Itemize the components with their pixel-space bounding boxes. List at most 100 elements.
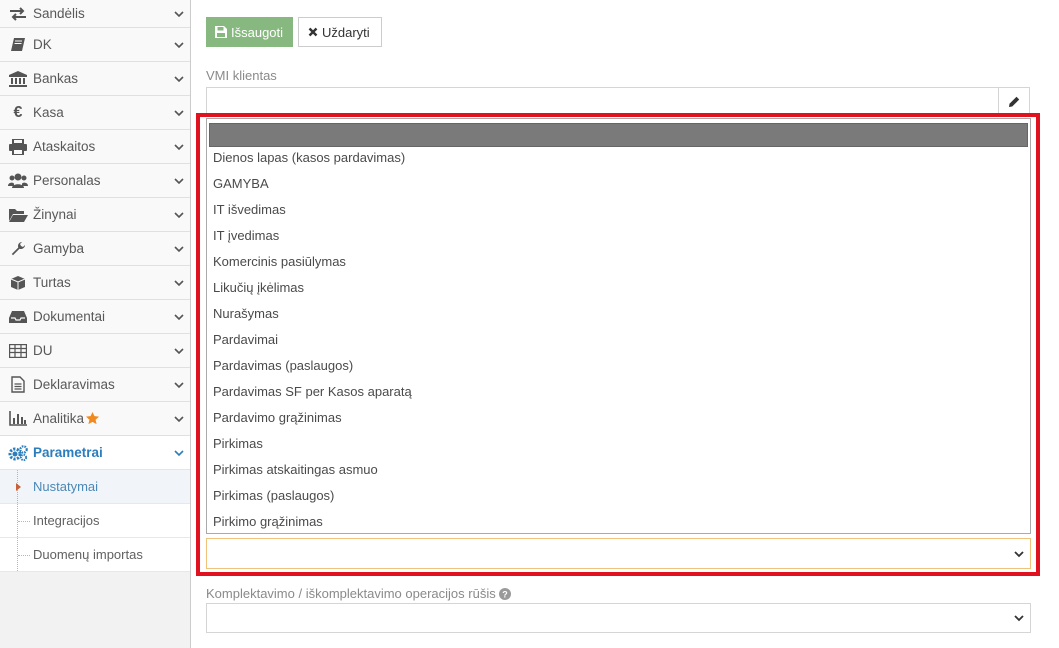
sidebar-item-sandelis[interactable]: Sandėlis [0,0,190,28]
print-icon [8,138,28,155]
bar-chart-icon [8,411,28,427]
folder-open-icon [8,207,28,223]
dropdown-options: Dienos lapas (kasos pardavimas) GAMYBA I… [207,145,1030,533]
sidebar-item-label: Bankas [33,71,79,86]
book-icon [8,37,28,53]
dropdown-option[interactable]: Komercinis pasiūlymas [207,249,1030,275]
table-icon [8,343,28,359]
inbox-icon [8,309,28,325]
sidebar-item-label: Ataskaitos [33,139,96,154]
sidebar-item-label: DU [33,343,53,358]
chevron-down-icon [174,211,184,218]
operation-select[interactable] [206,538,1031,569]
chevron-down-icon [174,347,184,354]
close-button[interactable]: Uždaryti [298,17,382,47]
pencil-icon [1009,96,1020,107]
sidebar: Sandėlis DK Bankas € Kasa Ataskaitos Per… [0,0,191,648]
sidebar-item-zinynai[interactable]: Žinynai [0,198,190,232]
kit-operation-select[interactable] [206,603,1031,633]
chevron-down-icon [174,313,184,320]
tree-branch [18,521,30,522]
sidebar-subitem-label: Duomenų importas [33,547,143,562]
dropdown-option[interactable]: IT išvedimas [207,197,1030,223]
sidebar-item-label: DK [33,37,52,52]
sidebar-item-ataskaitos[interactable]: Ataskaitos [0,130,190,164]
help-icon[interactable]: ? [498,587,511,600]
save-button[interactable]: Išsaugoti [206,17,293,47]
sidebar-item-du[interactable]: DU [0,334,190,368]
sidebar-item-personalas[interactable]: Personalas [0,164,190,198]
sidebar-item-label: Personalas [33,173,101,188]
close-icon [308,27,318,37]
chevron-down-icon [1014,615,1024,622]
floppy-disk-icon [215,26,227,38]
sidebar-subitem-label: Nustatymai [33,479,99,494]
tree-branch [18,555,30,556]
cogs-icon [8,444,28,461]
sidebar-item-label: Kasa [33,105,64,120]
sidebar-item-label: Sandėlis [33,6,85,21]
dropdown-option[interactable]: Pardavimai [207,327,1030,353]
wrench-icon [8,241,28,257]
chevron-down-icon [174,381,184,388]
sidebar-subitem-duomenu-importas[interactable]: Duomenų importas [0,538,190,572]
sidebar-subitem-nustatymai[interactable]: Nustatymai [0,470,190,504]
sidebar-item-turtas[interactable]: Turtas [0,266,190,300]
bank-icon [8,70,28,87]
chevron-down-icon [174,143,184,150]
euro-icon: € [13,103,23,121]
chevron-down-icon [174,279,184,286]
close-button-label: Uždaryti [322,24,370,40]
sidebar-item-bankas[interactable]: Bankas [0,62,190,96]
sidebar-item-label: Parametrai [33,445,103,460]
dropdown-option[interactable]: Likučių įkėlimas [207,275,1030,301]
chevron-down-icon [174,177,184,184]
chevron-down-icon [1014,550,1024,557]
sidebar-item-label: Dokumentai [33,309,106,324]
exchange-icon [8,6,28,22]
sidebar-subitem-integracijos[interactable]: Integracijos [0,504,190,538]
sidebar-item-label: Gamyba [33,241,85,256]
sidebar-item-label: Turtas [33,275,71,290]
dropdown-option[interactable]: Pirkimas (paslaugos) [207,483,1030,509]
sidebar-item-deklaravimas[interactable]: Deklaravimas [0,368,190,402]
dropdown-option[interactable]: Pirkimas [207,431,1030,457]
caret-right-icon [16,483,21,491]
dropdown-option[interactable]: Pardavimas (paslaugos) [207,353,1030,379]
file-text-icon [8,376,28,393]
sidebar-item-dk[interactable]: DK [0,28,190,62]
chevron-down-icon [174,415,184,422]
kit-operation-label: Komplektavimo / iškomplektavimo operacij… [206,586,496,601]
sidebar-item-kasa[interactable]: € Kasa [0,96,190,130]
sidebar-item-dokumentai[interactable]: Dokumentai [0,300,190,334]
chevron-down-icon [174,245,184,252]
chevron-down-icon [174,109,184,116]
dropdown-option[interactable]: Pardavimo grąžinimas [207,405,1030,431]
dropdown-option[interactable]: Pirkimas atskaitingas asmuo [207,457,1030,483]
dropdown-option[interactable]: IT įvedimas [207,223,1030,249]
sidebar-item-label: Deklaravimas [33,377,115,392]
cube-icon [8,275,28,291]
sidebar-item-label: Analitika [33,411,85,426]
dropdown-option[interactable]: Pirkimo grąžinimas [207,509,1030,533]
dropdown-search-input[interactable] [209,123,1028,147]
sidebar-item-gamyba[interactable]: Gamyba [0,232,190,266]
sidebar-item-parametrai[interactable]: Parametrai [0,436,190,470]
save-button-label: Išsaugoti [231,24,284,40]
dropdown-option[interactable]: GAMYBA [207,171,1030,197]
users-icon [8,173,28,189]
sidebar-item-analitika[interactable]: Analitika [0,402,190,436]
kit-operation-label-row: Komplektavimo / iškomplektavimo operacij… [206,586,511,601]
sidebar-item-label: Žinynai [33,207,77,222]
vmi-client-input[interactable] [206,87,1030,117]
chevron-down-icon [174,41,184,48]
dropdown-option[interactable]: Dienos lapas (kasos pardavimas) [207,145,1030,171]
vmi-client-label: VMI klientas [206,68,277,83]
edit-button[interactable] [998,88,1029,116]
dropdown-option[interactable]: Nurašymas [207,301,1030,327]
dropdown-list: Dienos lapas (kasos pardavimas) GAMYBA I… [206,118,1031,534]
svg-text:?: ? [502,589,508,599]
sidebar-subitem-label: Integracijos [33,513,100,528]
dropdown-option[interactable]: Pardavimas SF per Kasos aparatą [207,379,1030,405]
chevron-down-icon [174,449,184,456]
